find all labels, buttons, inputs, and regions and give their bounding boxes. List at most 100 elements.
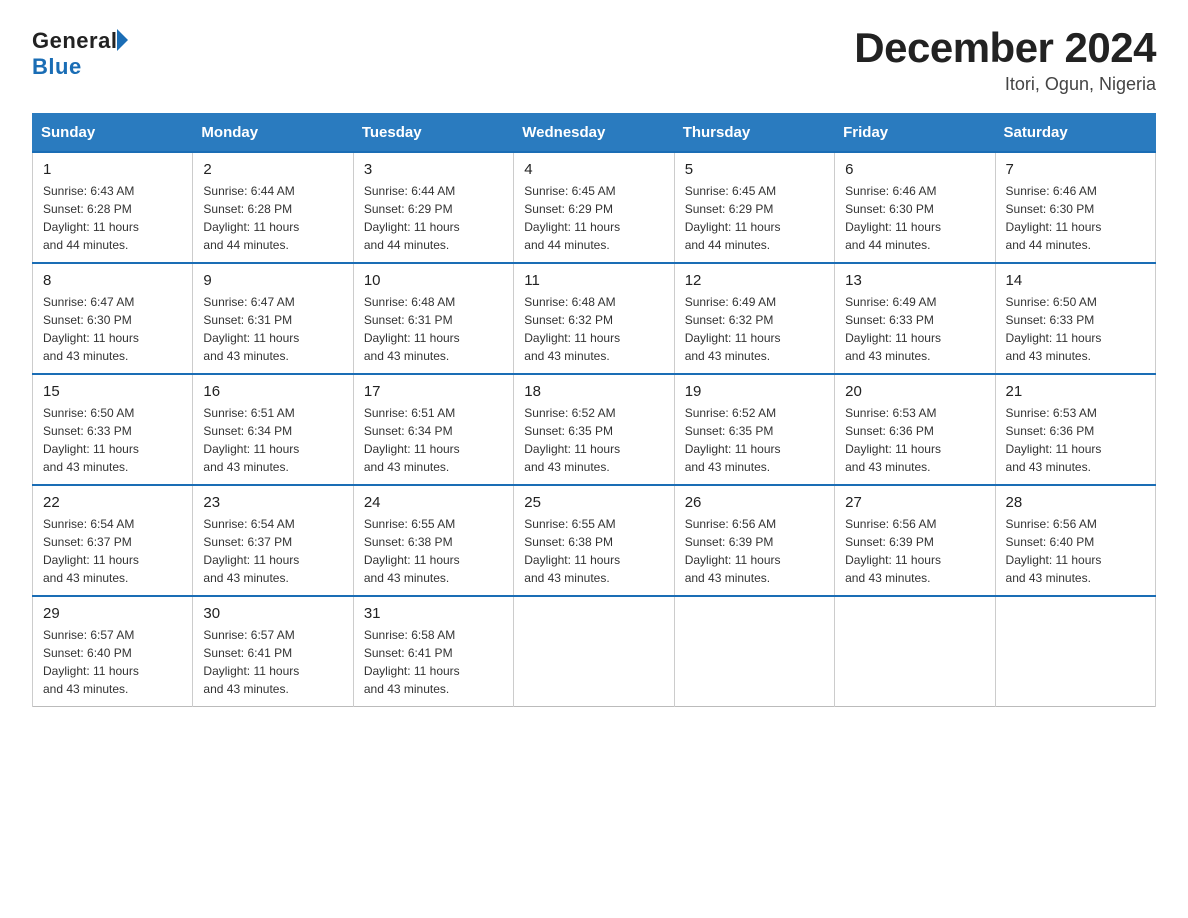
calendar-cell: 1 Sunrise: 6:43 AM Sunset: 6:28 PM Dayli… (33, 152, 193, 263)
day-info: Sunrise: 6:52 AM Sunset: 6:35 PM Dayligh… (524, 406, 620, 474)
day-number: 14 (1006, 272, 1145, 289)
title-block: December 2024 Itori, Ogun, Nigeria (854, 24, 1156, 95)
logo-triangle-icon (117, 29, 128, 51)
day-number: 5 (685, 161, 824, 178)
day-number: 28 (1006, 494, 1145, 511)
calendar-cell: 30 Sunrise: 6:57 AM Sunset: 6:41 PM Dayl… (193, 596, 353, 707)
day-info: Sunrise: 6:46 AM Sunset: 6:30 PM Dayligh… (1006, 184, 1102, 252)
page-subtitle: Itori, Ogun, Nigeria (854, 74, 1156, 95)
day-number: 25 (524, 494, 663, 511)
calendar-cell: 19 Sunrise: 6:52 AM Sunset: 6:35 PM Dayl… (674, 374, 834, 485)
day-info: Sunrise: 6:43 AM Sunset: 6:28 PM Dayligh… (43, 184, 139, 252)
col-thursday: Thursday (674, 114, 834, 153)
day-info: Sunrise: 6:47 AM Sunset: 6:31 PM Dayligh… (203, 295, 299, 363)
day-number: 1 (43, 161, 182, 178)
day-info: Sunrise: 6:52 AM Sunset: 6:35 PM Dayligh… (685, 406, 781, 474)
calendar-cell: 6 Sunrise: 6:46 AM Sunset: 6:30 PM Dayli… (835, 152, 995, 263)
calendar-cell: 17 Sunrise: 6:51 AM Sunset: 6:34 PM Dayl… (353, 374, 513, 485)
calendar-cell: 9 Sunrise: 6:47 AM Sunset: 6:31 PM Dayli… (193, 263, 353, 374)
day-number: 3 (364, 161, 503, 178)
col-wednesday: Wednesday (514, 114, 674, 153)
col-monday: Monday (193, 114, 353, 153)
day-number: 29 (43, 605, 182, 622)
calendar-cell: 25 Sunrise: 6:55 AM Sunset: 6:38 PM Dayl… (514, 485, 674, 596)
calendar-cell: 21 Sunrise: 6:53 AM Sunset: 6:36 PM Dayl… (995, 374, 1155, 485)
day-number: 2 (203, 161, 342, 178)
calendar-cell: 24 Sunrise: 6:55 AM Sunset: 6:38 PM Dayl… (353, 485, 513, 596)
logo: General Blue (32, 28, 128, 80)
page-title: December 2024 (854, 24, 1156, 72)
day-number: 31 (364, 605, 503, 622)
day-number: 8 (43, 272, 182, 289)
calendar-cell (995, 596, 1155, 707)
day-number: 11 (524, 272, 663, 289)
calendar-cell: 22 Sunrise: 6:54 AM Sunset: 6:37 PM Dayl… (33, 485, 193, 596)
day-number: 21 (1006, 383, 1145, 400)
day-info: Sunrise: 6:53 AM Sunset: 6:36 PM Dayligh… (845, 406, 941, 474)
day-number: 30 (203, 605, 342, 622)
day-info: Sunrise: 6:56 AM Sunset: 6:39 PM Dayligh… (685, 517, 781, 585)
calendar-week-row: 22 Sunrise: 6:54 AM Sunset: 6:37 PM Dayl… (33, 485, 1156, 596)
day-number: 19 (685, 383, 824, 400)
day-info: Sunrise: 6:50 AM Sunset: 6:33 PM Dayligh… (1006, 295, 1102, 363)
calendar-cell: 3 Sunrise: 6:44 AM Sunset: 6:29 PM Dayli… (353, 152, 513, 263)
calendar-cell: 23 Sunrise: 6:54 AM Sunset: 6:37 PM Dayl… (193, 485, 353, 596)
day-number: 27 (845, 494, 984, 511)
day-info: Sunrise: 6:46 AM Sunset: 6:30 PM Dayligh… (845, 184, 941, 252)
day-info: Sunrise: 6:51 AM Sunset: 6:34 PM Dayligh… (203, 406, 299, 474)
calendar-cell: 4 Sunrise: 6:45 AM Sunset: 6:29 PM Dayli… (514, 152, 674, 263)
calendar-table: Sunday Monday Tuesday Wednesday Thursday… (32, 113, 1156, 707)
calendar-header-row: Sunday Monday Tuesday Wednesday Thursday… (33, 114, 1156, 153)
calendar-cell: 10 Sunrise: 6:48 AM Sunset: 6:31 PM Dayl… (353, 263, 513, 374)
day-number: 16 (203, 383, 342, 400)
day-info: Sunrise: 6:55 AM Sunset: 6:38 PM Dayligh… (364, 517, 460, 585)
calendar-cell: 28 Sunrise: 6:56 AM Sunset: 6:40 PM Dayl… (995, 485, 1155, 596)
calendar-cell: 18 Sunrise: 6:52 AM Sunset: 6:35 PM Dayl… (514, 374, 674, 485)
col-saturday: Saturday (995, 114, 1155, 153)
calendar-cell: 27 Sunrise: 6:56 AM Sunset: 6:39 PM Dayl… (835, 485, 995, 596)
day-info: Sunrise: 6:58 AM Sunset: 6:41 PM Dayligh… (364, 628, 460, 696)
calendar-cell: 8 Sunrise: 6:47 AM Sunset: 6:30 PM Dayli… (33, 263, 193, 374)
day-number: 24 (364, 494, 503, 511)
calendar-cell: 15 Sunrise: 6:50 AM Sunset: 6:33 PM Dayl… (33, 374, 193, 485)
day-info: Sunrise: 6:53 AM Sunset: 6:36 PM Dayligh… (1006, 406, 1102, 474)
day-number: 22 (43, 494, 182, 511)
day-number: 18 (524, 383, 663, 400)
day-number: 20 (845, 383, 984, 400)
day-info: Sunrise: 6:49 AM Sunset: 6:32 PM Dayligh… (685, 295, 781, 363)
calendar-cell: 29 Sunrise: 6:57 AM Sunset: 6:40 PM Dayl… (33, 596, 193, 707)
calendar-cell: 7 Sunrise: 6:46 AM Sunset: 6:30 PM Dayli… (995, 152, 1155, 263)
day-info: Sunrise: 6:57 AM Sunset: 6:40 PM Dayligh… (43, 628, 139, 696)
day-info: Sunrise: 6:55 AM Sunset: 6:38 PM Dayligh… (524, 517, 620, 585)
calendar-cell (674, 596, 834, 707)
day-info: Sunrise: 6:56 AM Sunset: 6:39 PM Dayligh… (845, 517, 941, 585)
calendar-cell: 16 Sunrise: 6:51 AM Sunset: 6:34 PM Dayl… (193, 374, 353, 485)
day-info: Sunrise: 6:50 AM Sunset: 6:33 PM Dayligh… (43, 406, 139, 474)
day-number: 12 (685, 272, 824, 289)
calendar-cell: 13 Sunrise: 6:49 AM Sunset: 6:33 PM Dayl… (835, 263, 995, 374)
col-friday: Friday (835, 114, 995, 153)
day-info: Sunrise: 6:54 AM Sunset: 6:37 PM Dayligh… (203, 517, 299, 585)
day-info: Sunrise: 6:44 AM Sunset: 6:29 PM Dayligh… (364, 184, 460, 252)
calendar-week-row: 8 Sunrise: 6:47 AM Sunset: 6:30 PM Dayli… (33, 263, 1156, 374)
day-number: 23 (203, 494, 342, 511)
day-info: Sunrise: 6:51 AM Sunset: 6:34 PM Dayligh… (364, 406, 460, 474)
day-number: 9 (203, 272, 342, 289)
calendar-cell: 20 Sunrise: 6:53 AM Sunset: 6:36 PM Dayl… (835, 374, 995, 485)
day-number: 13 (845, 272, 984, 289)
col-tuesday: Tuesday (353, 114, 513, 153)
day-info: Sunrise: 6:49 AM Sunset: 6:33 PM Dayligh… (845, 295, 941, 363)
calendar-cell: 31 Sunrise: 6:58 AM Sunset: 6:41 PM Dayl… (353, 596, 513, 707)
calendar-cell: 26 Sunrise: 6:56 AM Sunset: 6:39 PM Dayl… (674, 485, 834, 596)
calendar-week-row: 15 Sunrise: 6:50 AM Sunset: 6:33 PM Dayl… (33, 374, 1156, 485)
logo-general-text: General (32, 28, 117, 54)
day-info: Sunrise: 6:48 AM Sunset: 6:31 PM Dayligh… (364, 295, 460, 363)
calendar-week-row: 29 Sunrise: 6:57 AM Sunset: 6:40 PM Dayl… (33, 596, 1156, 707)
day-info: Sunrise: 6:47 AM Sunset: 6:30 PM Dayligh… (43, 295, 139, 363)
page-header: General Blue December 2024 Itori, Ogun, … (32, 24, 1156, 95)
day-info: Sunrise: 6:45 AM Sunset: 6:29 PM Dayligh… (524, 184, 620, 252)
col-sunday: Sunday (33, 114, 193, 153)
calendar-cell: 14 Sunrise: 6:50 AM Sunset: 6:33 PM Dayl… (995, 263, 1155, 374)
day-info: Sunrise: 6:48 AM Sunset: 6:32 PM Dayligh… (524, 295, 620, 363)
calendar-cell (835, 596, 995, 707)
